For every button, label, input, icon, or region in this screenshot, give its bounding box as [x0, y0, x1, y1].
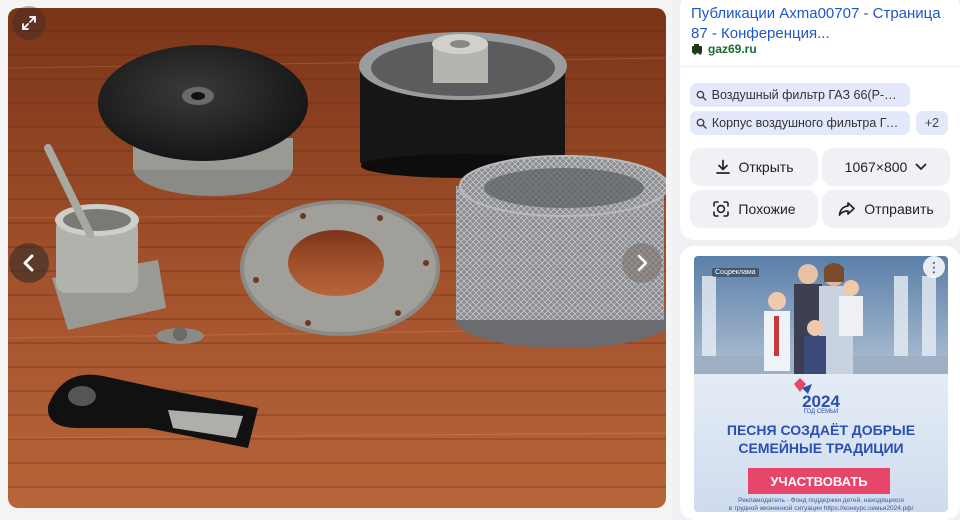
- ad-heading-line: СЕМЕЙНЫЕ ТРАДИЦИИ: [738, 440, 904, 456]
- ad-disclaimer-line: Рекламодатель - Фонд поддержки детей, на…: [738, 497, 904, 504]
- ad-badge: Соцреклама: [712, 268, 759, 277]
- ad-banner[interactable]: Соцреклама 2024 ГОД СЕМЬИ ПЕСНЯ СОЗДАЁТ …: [694, 256, 948, 512]
- main-photo[interactable]: [8, 8, 666, 508]
- ad-participate-button[interactable]: УЧАСТВОВАТЬ: [748, 468, 890, 494]
- share-button-label: Отправить: [864, 201, 934, 217]
- site-favicon-icon: [692, 44, 702, 55]
- open-button[interactable]: Открыть: [690, 148, 818, 186]
- source-domain: gaz69.ru: [708, 42, 757, 56]
- tag-chip[interactable]: Корпус воздушного фильтра ГА...: [690, 111, 910, 135]
- chevron-right-icon: [637, 254, 648, 272]
- next-image-button[interactable]: [622, 243, 662, 283]
- result-title-link[interactable]: Публикации Axma00707 - Страница 87 - Кон…: [691, 4, 947, 44]
- similar-button-label: Похожие: [738, 201, 796, 217]
- side-panel: Публикации Axma00707 - Страница 87 - Кон…: [680, 0, 960, 520]
- chevron-down-icon: [915, 163, 927, 170]
- download-icon: [715, 159, 730, 174]
- size-select-button[interactable]: 1067×800: [822, 148, 950, 186]
- ad-card: Соцреклама 2024 ГОД СЕМЬИ ПЕСНЯ СОЗДАЁТ …: [680, 246, 960, 520]
- search-icon: [696, 118, 707, 129]
- ad-heading: ПЕСНЯ СОЗДАЁТ ДОБРЫЕ СЕМЕЙНЫЕ ТРАДИЦИИ: [694, 421, 948, 457]
- similar-button[interactable]: Похожие: [690, 190, 818, 228]
- chevron-left-icon: [23, 254, 34, 272]
- more-tags-chip[interactable]: +2: [916, 111, 948, 135]
- image-viewer: [0, 0, 672, 520]
- ad-disclaimer-line: в трудной жизненной ситуации https://кон…: [728, 504, 914, 512]
- share-button[interactable]: Отправить: [822, 190, 950, 228]
- size-label: 1067×800: [844, 159, 908, 175]
- share-arrow-icon: [838, 202, 856, 216]
- tag-chip-label: Воздушный фильтр ГАЗ 66(Р-142): [711, 88, 902, 102]
- ad-heading-line: ПЕСНЯ СОЗДАЁТ ДОБРЫЕ: [726, 422, 916, 438]
- tag-chip-label: Корпус воздушного фильтра ГА...: [711, 116, 902, 130]
- camera-lens-icon: [713, 201, 730, 217]
- previous-image-button[interactable]: [9, 243, 49, 283]
- search-icon: [696, 90, 707, 101]
- expand-icon[interactable]: [12, 6, 46, 40]
- divider: [680, 66, 960, 67]
- ad-year-subtitle: ГОД СЕМЬИ: [803, 409, 839, 415]
- ad-disclaimer: Рекламодатель - Фонд поддержки детей, на…: [698, 497, 944, 512]
- ad-menu-icon[interactable]: ⋮: [923, 256, 945, 278]
- open-button-label: Открыть: [738, 159, 794, 175]
- tag-chip[interactable]: Воздушный фильтр ГАЗ 66(Р-142): [690, 83, 910, 107]
- result-info-card: Публикации Axma00707 - Страница 87 - Кон…: [680, 0, 960, 240]
- source-link[interactable]: gaz69.ru: [691, 42, 757, 56]
